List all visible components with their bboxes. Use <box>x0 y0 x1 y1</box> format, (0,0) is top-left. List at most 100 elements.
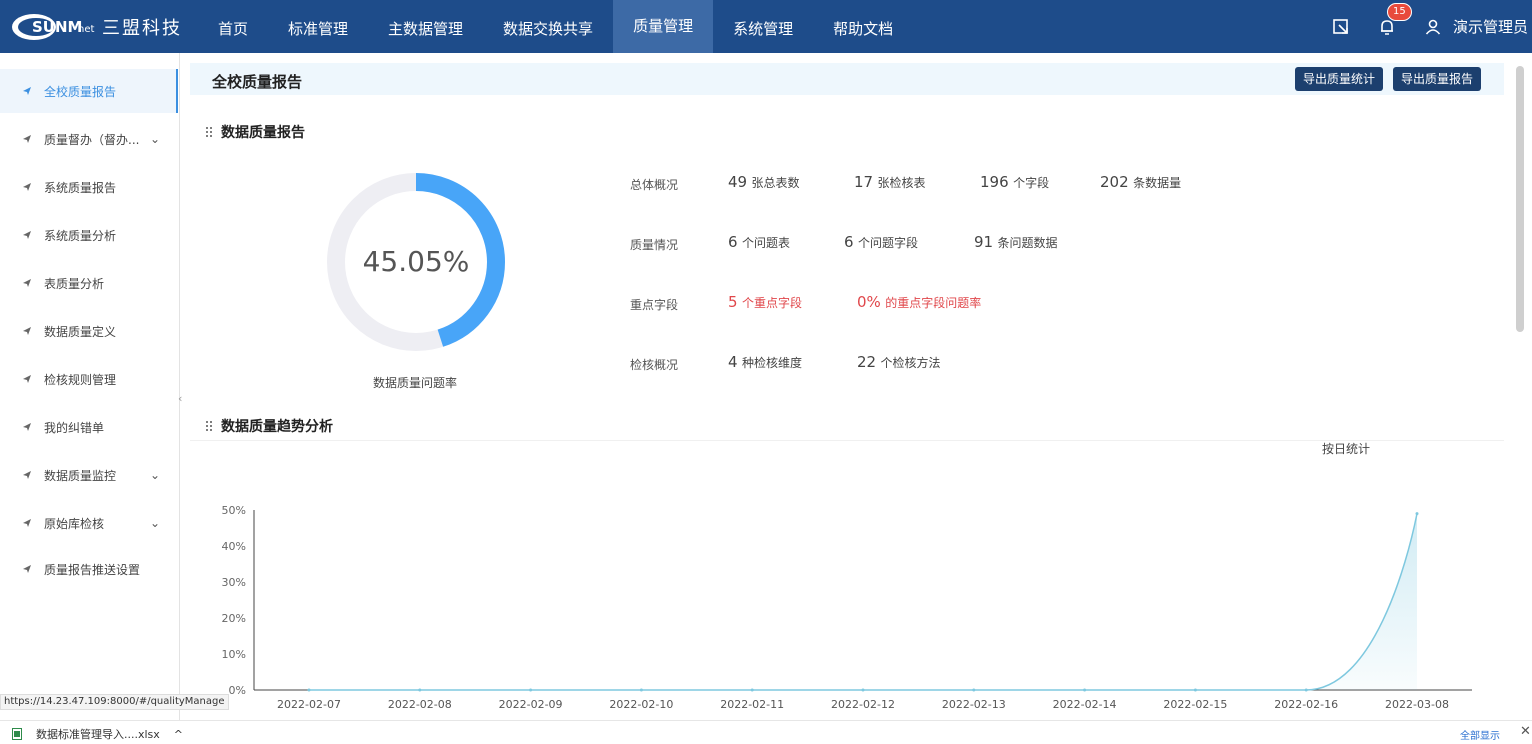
sidebar-item[interactable]: 质量报告推送设置 <box>0 547 178 591</box>
sidebar-item-label: 质量报告推送设置 <box>44 562 141 577</box>
stat-value: 17 张检核表 <box>854 173 926 191</box>
drag-dots-icon <box>206 421 212 431</box>
data-point[interactable] <box>1304 688 1308 692</box>
send-arrow-icon <box>23 135 31 143</box>
sidebar-item-label: 我的纠错单 <box>44 420 105 435</box>
stat-unit: 种检核维度 <box>742 356 803 370</box>
data-point[interactable] <box>1083 688 1087 692</box>
status-url: https://14.23.47.109:8000/#/qualityManag… <box>0 694 229 710</box>
collapse-sidebar-icon[interactable]: ‹ <box>178 392 188 408</box>
export-stats-button[interactable]: 导出质量统计 <box>1295 67 1384 91</box>
stat-unit: 个字段 <box>1013 176 1050 190</box>
download-bar: 数据标准管理导入....xlsx ^ 全部显示 ✕ <box>0 720 1532 744</box>
sidebar-item-label: 原始库检核 <box>44 516 105 531</box>
y-tick-label: 20% <box>222 612 246 625</box>
download-item[interactable]: 数据标准管理导入....xlsx ^ <box>12 726 183 742</box>
sidebar-item[interactable]: 系统质量分析 <box>0 213 178 257</box>
series-area <box>309 513 1417 690</box>
sidebar-item[interactable]: 检核规则管理 <box>0 357 178 401</box>
sidebar-item-label: 系统质量分析 <box>44 228 117 243</box>
nav-item[interactable]: 首页 <box>198 0 268 53</box>
page-title: 全校质量报告 <box>212 73 303 91</box>
nav-item[interactable]: 帮助文档 <box>813 0 913 53</box>
stat-number: 4 <box>728 353 738 371</box>
stat-value: 4 种检核维度 <box>728 353 802 371</box>
nav-item[interactable]: 主数据管理 <box>368 0 483 53</box>
export-report-button[interactable]: 导出质量报告 <box>1393 67 1482 91</box>
sidebar-item[interactable]: 原始库检核 ⌄ <box>0 501 178 545</box>
close-icon[interactable]: ✕ <box>1520 724 1531 739</box>
data-point[interactable] <box>861 688 865 692</box>
send-arrow-icon <box>23 423 31 431</box>
stat-unit: 的重点字段问题率 <box>885 296 982 310</box>
x-tick-label: 2022-02-11 <box>720 698 784 711</box>
x-tick-label: 2022-02-07 <box>277 698 341 711</box>
send-arrow-icon <box>23 471 31 479</box>
sidebar-item[interactable]: 数据质量定义 <box>0 309 178 353</box>
data-point[interactable] <box>750 688 754 692</box>
nav-item[interactable]: 系统管理 <box>713 0 813 53</box>
data-point[interactable] <box>307 688 311 692</box>
chevron-down-icon[interactable]: ⌄ <box>150 516 160 530</box>
by-day-selector[interactable]: 按日统计 <box>1322 440 1370 457</box>
stat-value: 0% 的重点字段问题率 <box>857 293 981 311</box>
notification-badge: 15 <box>1386 2 1412 21</box>
stat-unit: 个重点字段 <box>742 296 803 310</box>
sidebar-item-label: 检核规则管理 <box>44 372 117 387</box>
chevron-up-icon[interactable]: ^ <box>174 728 183 741</box>
data-point[interactable] <box>972 688 976 692</box>
stat-row-label: 重点字段 <box>630 298 679 312</box>
brand-logo[interactable]: SUNM net 三盟科技 <box>12 10 182 44</box>
svg-text:net: net <box>78 24 94 35</box>
data-point[interactable] <box>418 688 422 692</box>
nav-right: 15 演示管理员 <box>1331 0 1532 53</box>
stat-number: 6 <box>728 233 738 251</box>
user-menu[interactable]: 演示管理员 <box>1423 16 1528 37</box>
page-scrollbar[interactable] <box>1516 66 1524 332</box>
user-name: 演示管理员 <box>1452 18 1528 36</box>
sidebar-item-label: 全校质量报告 <box>44 84 117 99</box>
data-point[interactable] <box>529 688 533 692</box>
user-avatar-icon <box>1425 19 1441 35</box>
stat-value: 49 张总表数 <box>728 173 800 191</box>
stat-row-label: 检核概况 <box>630 358 679 372</box>
y-tick-label: 50% <box>222 504 246 517</box>
stat-value: 196 个字段 <box>980 173 1049 191</box>
donut-value: 45.05% <box>363 245 470 278</box>
x-tick-label: 2022-02-14 <box>1053 698 1117 711</box>
chevron-down-icon[interactable]: ⌄ <box>150 132 160 146</box>
stat-number: 91 <box>974 233 994 251</box>
sidebar-item[interactable]: 表质量分析 <box>0 261 178 305</box>
data-point[interactable] <box>1415 512 1419 516</box>
nav-item[interactable]: 标准管理 <box>268 0 368 53</box>
donut-caption: 数据质量问题率 <box>372 376 457 390</box>
nav-item[interactable]: 质量管理 <box>613 0 714 53</box>
x-tick-label: 2022-02-09 <box>499 698 563 711</box>
sidebar-item[interactable]: 全校质量报告 <box>0 69 178 113</box>
sidebar-item[interactable]: 我的纠错单 <box>0 405 178 449</box>
series-line <box>309 513 1418 691</box>
sidebar-item[interactable]: 质量督办（督办... ⌄ <box>0 117 178 161</box>
stat-value: 5 个重点字段 <box>728 293 802 311</box>
stat-number: 202 <box>1100 173 1129 191</box>
stat-value: 91 条问题数据 <box>974 233 1058 251</box>
send-arrow-icon <box>23 279 31 287</box>
show-all-downloads-link[interactable]: 全部显示 <box>1460 727 1500 742</box>
y-tick-label: 40% <box>222 540 246 553</box>
data-point[interactable] <box>639 688 643 692</box>
main-menu: 首页 标准管理 主数据管理 数据交换共享 质量管理 系统管理 帮助文档 <box>198 0 913 53</box>
brand-name: 三盟科技 <box>102 18 182 39</box>
chevron-down-icon[interactable]: ⌄ <box>150 468 160 482</box>
data-point[interactable] <box>1193 688 1197 692</box>
nav-item[interactable]: 数据交换共享 <box>483 0 613 53</box>
stat-unit: 条数据量 <box>1133 176 1182 190</box>
stat-number: 5 <box>728 293 738 311</box>
send-arrow-icon <box>23 231 31 239</box>
notification-bell[interactable]: 15 <box>1377 2 1412 37</box>
export-icon[interactable] <box>1331 17 1351 37</box>
sidebar-item[interactable]: 数据质量监控 ⌄ <box>0 453 178 497</box>
sidebar-item[interactable]: 系统质量报告 <box>0 165 178 209</box>
stat-row-label: 质量情况 <box>630 238 679 252</box>
x-tick-label: 2022-03-08 <box>1385 698 1449 711</box>
stat-unit: 条问题数据 <box>997 236 1058 250</box>
